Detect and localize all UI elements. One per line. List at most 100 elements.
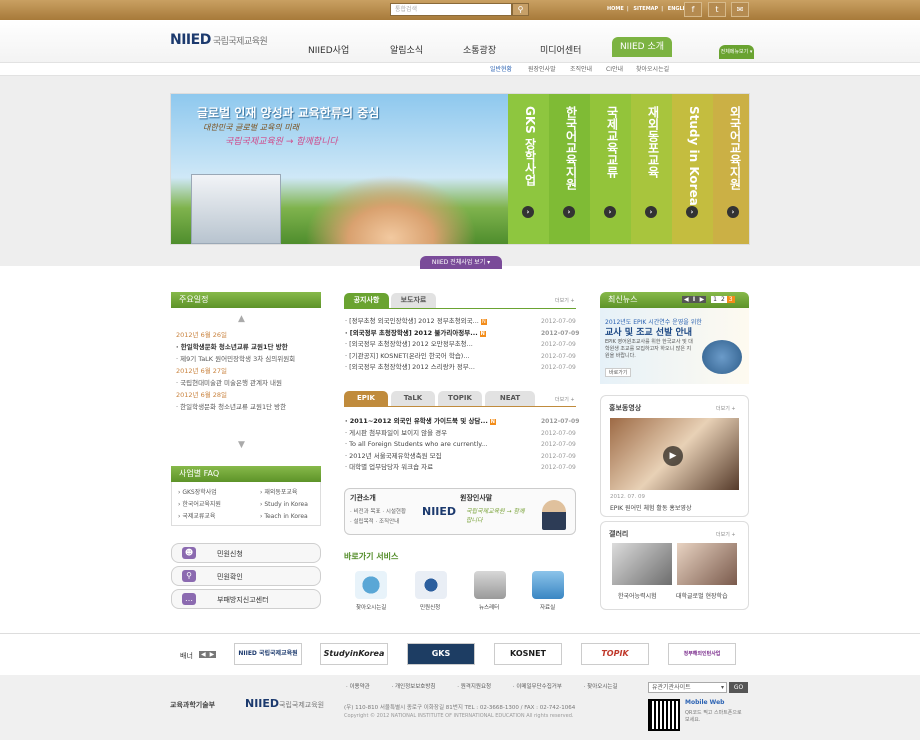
nav-community[interactable]: 소통광장 bbox=[463, 43, 496, 56]
location-icon[interactable] bbox=[355, 571, 387, 599]
anticorruption-button[interactable]: … 부패방지신고센터 bbox=[171, 589, 321, 609]
arrow-icon[interactable]: › bbox=[604, 206, 616, 218]
faq-item[interactable]: › 국제교류교육 bbox=[178, 511, 221, 523]
faq-item[interactable]: › 한국어교육지원 bbox=[178, 499, 221, 511]
page-2[interactable]: 2 bbox=[718, 296, 727, 303]
hero-tab-study[interactable]: Study in Korea › bbox=[672, 94, 713, 244]
schedule-item[interactable]: · 한일학생문화 청소년교류 교원1단 방한 bbox=[176, 401, 295, 413]
nav-media[interactable]: 미디어센터 bbox=[540, 43, 581, 56]
mobile-web-title[interactable]: Mobile Web bbox=[685, 699, 724, 706]
footer-link[interactable]: · 이메일무단수집거부 bbox=[513, 684, 572, 690]
epik-row[interactable]: · 2011~2012 외국인 유학생 가이드북 및 상담... N 2012-07… bbox=[345, 416, 579, 428]
down-arrow-icon[interactable]: ▼ bbox=[238, 440, 245, 450]
hero-tab-exchange[interactable]: 국제교육교류 › bbox=[590, 94, 631, 244]
banner-gks[interactable]: GKS bbox=[407, 643, 475, 665]
gallery-photo[interactable] bbox=[677, 543, 737, 585]
go-button[interactable]: GO bbox=[729, 682, 748, 693]
footer-link[interactable]: · 이용약관 bbox=[346, 684, 380, 690]
play-icon[interactable]: ▶ bbox=[663, 446, 683, 466]
faq-item[interactable]: › GKS장학사업 bbox=[178, 487, 221, 499]
subnav-overview[interactable]: 일반현황 bbox=[490, 64, 512, 73]
next-icon[interactable]: ▶ bbox=[697, 296, 707, 303]
footer-link[interactable]: · 원격지원요청 bbox=[457, 684, 501, 690]
intro-link[interactable]: · 설립목적 bbox=[350, 519, 374, 525]
epik-row[interactable]: · To all Foreign Students who are curren… bbox=[345, 439, 577, 451]
epik-row[interactable]: · 2012년 서울국제유학생축원 모집 2012-07-09 bbox=[345, 451, 577, 463]
arrow-icon[interactable]: › bbox=[686, 206, 698, 218]
related-sites-select[interactable]: 유관기관사이트 ▾ bbox=[648, 682, 727, 693]
notice-row[interactable]: · [정부초청 외국인장학생] 2012 정부초청외국... N 2012-07-0… bbox=[345, 316, 577, 328]
hero-tab-overseas[interactable]: 재외동포교육 › bbox=[631, 94, 672, 244]
newsletter-icon[interactable] bbox=[474, 571, 506, 599]
banner-niied[interactable]: NIIED 국립국제교육원 bbox=[234, 643, 302, 665]
gallery-caption[interactable]: 대학글로벌 현장학습 bbox=[676, 591, 728, 600]
sitemap-link[interactable]: SITEMAP bbox=[633, 6, 658, 12]
quick-label[interactable]: 뉴스레터 bbox=[479, 603, 499, 611]
quick-label[interactable]: 민원신청 bbox=[420, 603, 440, 611]
facebook-icon[interactable]: f bbox=[684, 2, 702, 17]
nav-news[interactable]: 알림소식 bbox=[390, 43, 423, 56]
epik-row[interactable]: · 게시판 첨부파일이 보이지 않을 경우 2012-07-09 bbox=[345, 428, 577, 440]
subnav-greeting[interactable]: 원장인사말 bbox=[528, 64, 556, 73]
notice-row[interactable]: · [기관공지] KOSNET(온라인 한국어 학습)... 2012-07-09 bbox=[345, 351, 577, 363]
intro-link[interactable]: · 시설현황 bbox=[382, 509, 406, 515]
tab-topik[interactable]: TOPIK bbox=[438, 391, 482, 406]
epik-more-link[interactable]: 더보기 + bbox=[555, 396, 575, 403]
gallery-more-link[interactable]: 더보기 + bbox=[716, 531, 736, 538]
mail-icon[interactable]: ✉ bbox=[731, 2, 749, 17]
intro-link[interactable]: · 조직안내 bbox=[376, 519, 400, 525]
all-menu-button[interactable]: 전체메뉴보기 ▾ bbox=[719, 45, 754, 59]
tab-press[interactable]: 보도자료 bbox=[391, 293, 436, 308]
civil-check-button[interactable]: ⚲ 민원확인 bbox=[171, 566, 321, 586]
prev-icon[interactable]: ◀ bbox=[199, 651, 208, 658]
all-business-button[interactable]: NIIED 전체사업 보기 ▾ bbox=[420, 256, 502, 269]
hero-tab-foreign[interactable]: 외국어교육지원 › bbox=[713, 94, 749, 244]
nav-business[interactable]: NIIED사업 bbox=[308, 43, 349, 56]
search-input[interactable]: 통합검색 bbox=[390, 3, 512, 16]
page-1[interactable]: 1 bbox=[711, 296, 719, 303]
director-photo[interactable] bbox=[542, 500, 566, 530]
footer-link[interactable]: · 개인정보보호방침 bbox=[392, 684, 446, 690]
twitter-icon[interactable]: t bbox=[708, 2, 726, 17]
banner-intern[interactable]: 정부해외인턴사업 bbox=[668, 643, 736, 665]
subnav-ci[interactable]: CI안내 bbox=[606, 64, 623, 73]
quick-label[interactable]: 찾아오시는길 bbox=[356, 603, 386, 611]
subnav-org[interactable]: 조직안내 bbox=[570, 64, 592, 73]
intro-link[interactable]: · 비전과 목표 bbox=[350, 509, 381, 515]
subnav-location[interactable]: 찾아오시는길 bbox=[636, 64, 669, 73]
pause-icon[interactable]: Ⅱ bbox=[690, 296, 698, 303]
tab-talk[interactable]: TaLK bbox=[391, 391, 435, 406]
schedule-item[interactable]: · 제9기 TaLK 원어민장학생 3차 심의위원회 bbox=[176, 353, 295, 365]
prev-icon[interactable]: ◀ bbox=[682, 296, 691, 303]
notice-row[interactable]: · [외국정부 초청장학생] 2012 스리랑카 정부... 2012-07-09 bbox=[345, 362, 577, 374]
arrow-icon[interactable]: › bbox=[727, 206, 739, 218]
banner-studyinkorea[interactable]: StudyinKorea bbox=[320, 643, 388, 665]
video-more-link[interactable]: 더보기 + bbox=[716, 405, 736, 412]
home-link[interactable]: HOME bbox=[607, 6, 624, 12]
logo[interactable]: NIIED 국립국제교육원 bbox=[170, 32, 268, 48]
schedule-item[interactable]: · 국립현대미술관 미술은행 관계자 내원 bbox=[176, 377, 295, 389]
quick-label[interactable]: 자료실 bbox=[540, 603, 555, 611]
hero-tab-korean[interactable]: 한국어교육지원 › bbox=[549, 94, 590, 244]
video-caption[interactable]: EPIK 원어민 체험 활동 홍보영상 bbox=[610, 503, 691, 512]
arrow-icon[interactable]: › bbox=[645, 206, 657, 218]
footer-logo[interactable]: NIIED국립국제교육원 bbox=[245, 697, 324, 710]
up-arrow-icon[interactable]: ▲ bbox=[238, 314, 245, 324]
banner-topik[interactable]: TOPIK bbox=[581, 643, 649, 665]
gallery-photo[interactable] bbox=[612, 543, 672, 585]
next-icon[interactable]: ▶ bbox=[207, 651, 217, 658]
faq-item[interactable]: › Study in Korea bbox=[260, 499, 308, 511]
search-icon[interactable]: ⚲ bbox=[512, 3, 529, 16]
arrow-icon[interactable]: › bbox=[563, 206, 575, 218]
faq-item[interactable]: › Teach in Korea bbox=[260, 511, 308, 523]
notice-more-link[interactable]: 더보기 + bbox=[555, 297, 575, 304]
tab-notice[interactable]: 공지사항 bbox=[344, 293, 389, 308]
footer-link[interactable]: · 찾아오시는길 bbox=[584, 684, 628, 690]
archive-icon[interactable] bbox=[532, 571, 564, 599]
notice-row[interactable]: · [외국정부 초청장학생] 2012 불가리아정부... N 2012-07-09 bbox=[345, 328, 579, 340]
arrow-icon[interactable]: › bbox=[522, 206, 534, 218]
civil-apply-button[interactable]: ☻ 민원신청 bbox=[171, 543, 321, 563]
notice-row[interactable]: · [외국정부 초청장학생] 2012 오만정부초청... 2012-07-09 bbox=[345, 339, 577, 351]
latest-goto-button[interactable]: 바로가기 bbox=[605, 368, 632, 377]
page-3[interactable]: 3 bbox=[726, 296, 735, 303]
